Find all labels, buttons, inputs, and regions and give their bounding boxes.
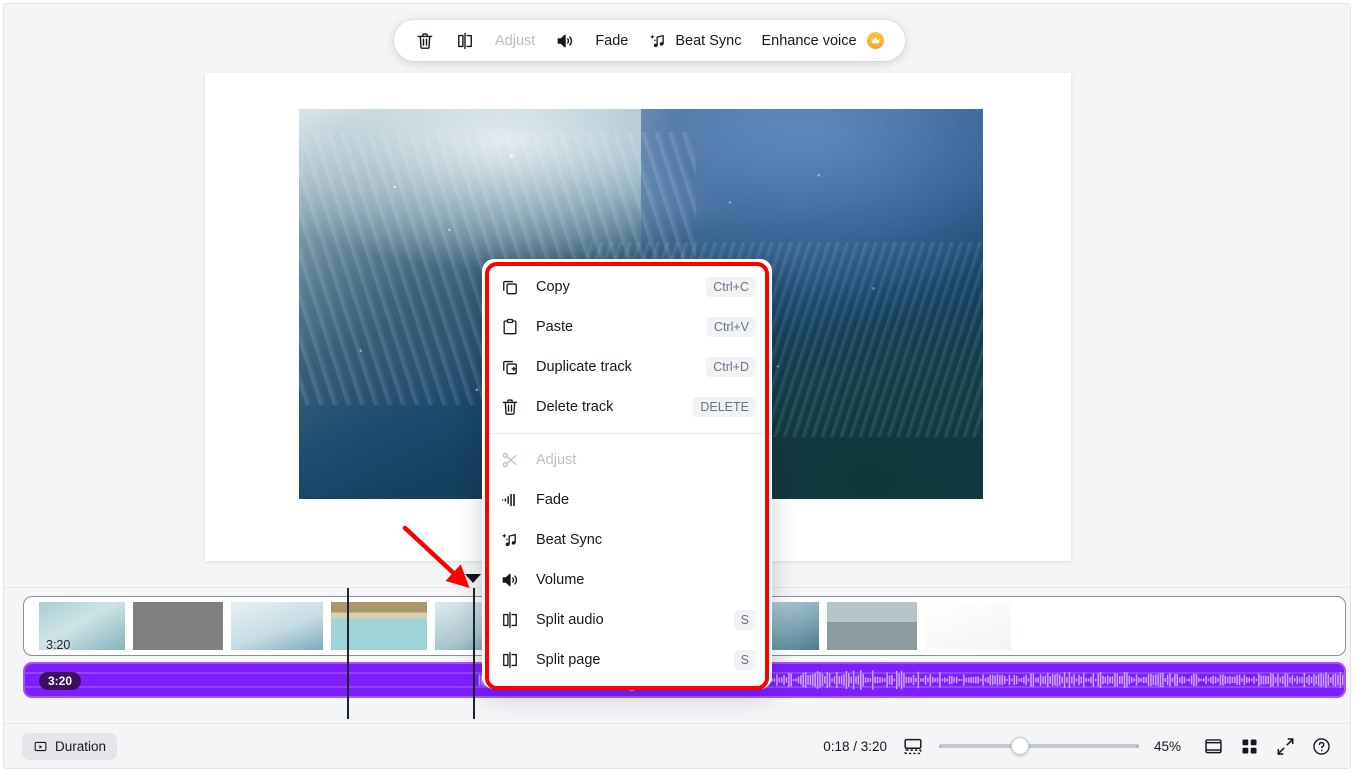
beat-sync-icon	[650, 34, 665, 47]
context-menu-label: Split page	[536, 652, 601, 668]
toolbar-adjust-button[interactable]: Adjust	[486, 25, 544, 56]
video-editor-app: Adjust Fade Beat Sync Enhance voice Copy…	[3, 3, 1351, 769]
context-menu-shortcut: S	[733, 650, 756, 670]
split-icon	[503, 611, 517, 629]
beat-sync-icon	[502, 533, 516, 547]
timeline-view-icon[interactable]	[902, 735, 924, 757]
context-menu-item-copy[interactable]: Copy Ctrl+C	[482, 267, 772, 307]
volume-icon	[502, 573, 518, 587]
duration-icon	[34, 741, 47, 751]
video-track-duration: 3:20	[46, 638, 71, 652]
context-menu-item-duplicate-track[interactable]: Duplicate track Ctrl+D	[482, 347, 772, 387]
trash-icon	[502, 399, 518, 415]
volume-icon	[557, 34, 573, 47]
copy-icon	[503, 280, 517, 295]
context-menu-item-fade[interactable]: Fade	[482, 480, 772, 520]
audio-track-duration: 3:20	[39, 672, 82, 690]
zoom-slider-track	[939, 744, 1139, 748]
zoom-slider[interactable]	[939, 737, 1139, 755]
context-menu-item-adjust[interactable]: Adjust	[482, 440, 772, 480]
fit-screen-icon[interactable]	[1203, 736, 1224, 757]
scissors-icon	[502, 452, 517, 468]
zoom-percent-label: 45%	[1154, 738, 1182, 754]
grid-view-icon[interactable]	[1239, 736, 1260, 757]
toolbar-enhance-voice-button[interactable]: Enhance voice	[752, 25, 892, 56]
timeline-thumbnail[interactable]	[133, 602, 223, 650]
context-menu-item-paste[interactable]: Paste Ctrl+V	[482, 307, 772, 347]
context-menu-item-delete-track[interactable]: Delete track DELETE	[482, 387, 772, 427]
context-menu-item-beat-sync[interactable]: Beat Sync	[482, 520, 772, 560]
timeline-thumbnail[interactable]	[231, 602, 323, 650]
toolbar-beat-sync-button[interactable]: Beat Sync	[639, 25, 750, 56]
toolbar-volume-button[interactable]	[546, 25, 584, 56]
timeline-playhead[interactable]	[473, 588, 475, 719]
status-bar-right: 0:18 / 3:20 45%	[823, 735, 1332, 757]
context-menu-label: Split audio	[536, 612, 604, 628]
timeline-playhead-secondary[interactable]	[347, 588, 349, 719]
context-menu-label: Beat Sync	[536, 532, 603, 548]
context-menu-item-volume[interactable]: Volume	[482, 560, 772, 600]
toolbar-fade-label: Fade	[595, 32, 629, 49]
fade-icon	[502, 493, 515, 507]
fullscreen-icon[interactable]	[1275, 736, 1296, 757]
zoom-slider-knob[interactable]	[1011, 737, 1029, 755]
context-menu-item-split-audio[interactable]: Split audio S	[482, 600, 772, 640]
clip-context-menu-wrapper: Copy Ctrl+C Paste Ctrl+V Duplicate track…	[482, 259, 772, 690]
toolbar-enhance-voice-label: Enhance voice	[761, 32, 857, 49]
zoom-slider-tick-min	[939, 744, 942, 748]
trash-icon	[417, 32, 433, 49]
context-menu-label: Paste	[536, 319, 574, 335]
editor-stage: Adjust Fade Beat Sync Enhance voice Copy…	[4, 4, 1350, 690]
timeline-thumbnail[interactable]	[827, 602, 917, 650]
duration-button[interactable]: Duration	[22, 732, 118, 760]
toolbar-fade-button[interactable]: Fade	[586, 25, 637, 56]
clip-context-menu: Copy Ctrl+C Paste Ctrl+V Duplicate track…	[482, 259, 772, 689]
timeline-thumbnail[interactable]	[331, 602, 427, 650]
split-icon	[458, 32, 472, 49]
context-menu-label: Fade	[536, 492, 570, 508]
status-bar: Duration 0:18 / 3:20 45%	[4, 723, 1350, 768]
context-menu-item-split-page[interactable]: Split page S	[482, 640, 772, 680]
context-menu-shortcut: S	[733, 610, 756, 630]
toolbar-split-button[interactable]	[446, 25, 484, 56]
toolbar-delete-button[interactable]	[406, 25, 444, 56]
help-icon[interactable]	[1311, 736, 1332, 757]
toolbar-adjust-label: Adjust	[495, 32, 536, 49]
split-icon	[503, 651, 517, 669]
paste-icon	[503, 318, 517, 335]
clip-toolbar: Adjust Fade Beat Sync Enhance voice	[394, 20, 905, 61]
context-menu-label: Duplicate track	[536, 359, 632, 375]
zoom-slider-tick-max	[1136, 744, 1139, 748]
context-menu-separator	[482, 433, 772, 434]
toolbar-beat-sync-label: Beat Sync	[675, 32, 742, 49]
duration-button-label: Duration	[55, 738, 107, 754]
context-menu-label: Volume	[536, 572, 585, 588]
context-menu-label: Delete track	[536, 399, 614, 415]
context-menu-shortcut: Ctrl+C	[706, 277, 756, 297]
timeline-thumbnail[interactable]	[925, 602, 1011, 650]
context-menu-shortcut: Ctrl+D	[706, 357, 756, 377]
context-menu-shortcut: DELETE	[693, 397, 756, 417]
context-menu-label: Adjust	[536, 452, 577, 468]
duplicate-icon	[503, 360, 517, 375]
context-menu-shortcut: Ctrl+V	[706, 317, 756, 337]
crown-icon	[866, 32, 884, 49]
context-menu-label: Copy	[536, 279, 570, 295]
time-readout: 0:18 / 3:20	[823, 738, 887, 754]
playhead-marker[interactable]	[465, 574, 481, 583]
